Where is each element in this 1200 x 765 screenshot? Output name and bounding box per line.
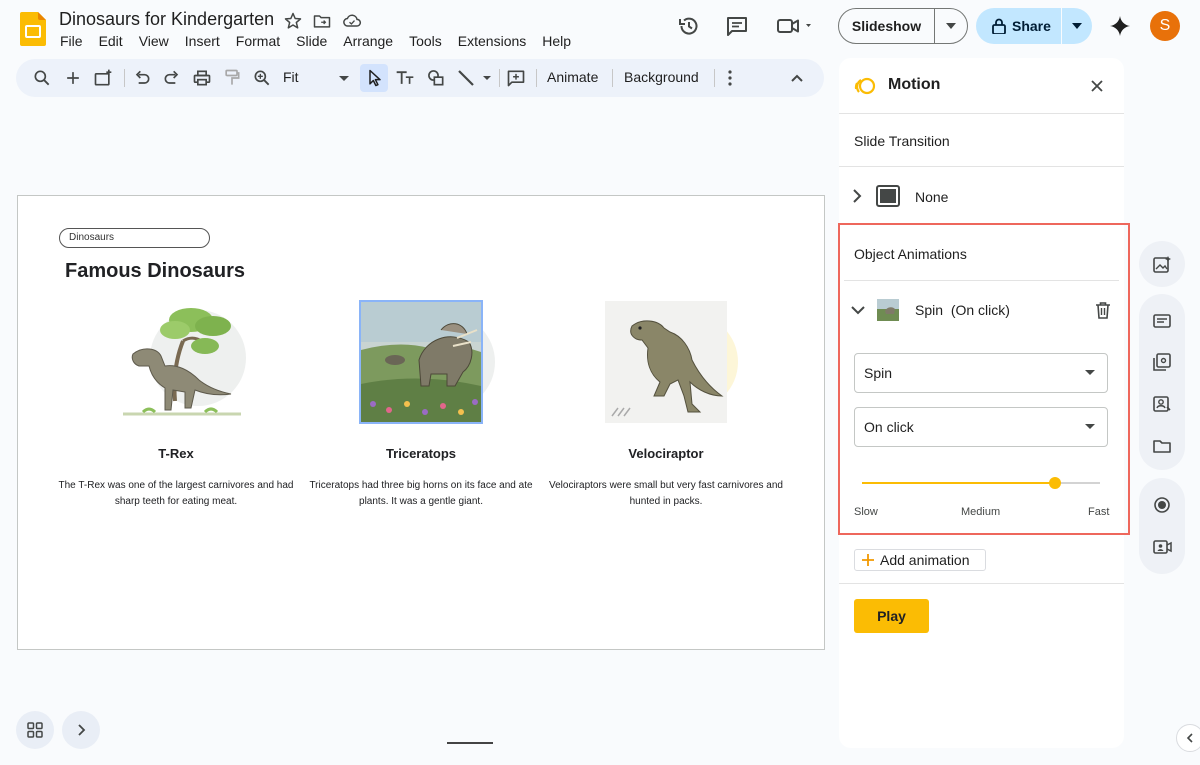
menu-view[interactable]: View (131, 33, 177, 49)
chevron-left-icon (1186, 733, 1193, 743)
background-button[interactable]: Background (624, 69, 699, 85)
keep-notes-icon[interactable] (1152, 311, 1172, 331)
more-options-icon[interactable] (720, 68, 740, 88)
version-history-icon[interactable] (677, 14, 701, 38)
contacts-icon[interactable] (1152, 394, 1172, 414)
transition-value[interactable]: None (915, 189, 948, 205)
panel-divider (839, 166, 1124, 167)
share-button[interactable]: Share (976, 8, 1092, 44)
card-name-triceratops[interactable]: Triceratops (301, 446, 541, 461)
motion-icon (853, 74, 877, 98)
menu-help[interactable]: Help (534, 33, 579, 49)
motion-panel-title: Motion (888, 76, 941, 93)
menu-tools[interactable]: Tools (401, 33, 450, 49)
grid-view-icon (27, 722, 43, 738)
animate-button[interactable]: Animate (547, 69, 598, 85)
menu-slide[interactable]: Slide (288, 33, 335, 49)
expand-transition-chevron-right-icon[interactable] (849, 186, 865, 206)
menu-bar: File Edit View Insert Format Slide Arran… (52, 33, 579, 49)
side-rail-group (1139, 478, 1185, 574)
toolbar-divider (124, 69, 125, 87)
account-avatar[interactable]: S (1150, 11, 1180, 41)
share-options-chevron-down-icon[interactable] (1062, 23, 1092, 29)
toolbar: Fit Animate Background (16, 59, 824, 97)
share-label: Share (1012, 18, 1051, 34)
folder-icon[interactable] (1152, 436, 1172, 456)
panel-divider (839, 113, 1124, 114)
slide-tag-pill[interactable]: Dinosaurs (59, 228, 210, 248)
slideshow-button[interactable]: Slideshow (838, 8, 968, 44)
menu-edit[interactable]: Edit (91, 33, 131, 49)
paint-format-icon[interactable] (222, 68, 242, 88)
show-filmstrip-button[interactable] (62, 711, 100, 749)
plus-icon (862, 554, 874, 566)
meet-video-icon[interactable] (776, 14, 816, 38)
move-folder-icon[interactable] (312, 11, 332, 31)
new-slide-layout-icon[interactable] (93, 68, 113, 88)
zoom-select[interactable]: Fit (283, 69, 299, 85)
menu-file[interactable]: File (52, 33, 91, 49)
undo-icon[interactable] (132, 68, 152, 88)
star-icon[interactable] (283, 11, 303, 31)
slideshow-options-chevron-down-icon[interactable] (935, 23, 967, 29)
insert-comment-icon[interactable] (506, 68, 526, 88)
document-title[interactable]: Dinosaurs for Kindergarten (59, 9, 274, 30)
comments-icon[interactable] (725, 14, 749, 38)
lock-icon (992, 18, 1006, 34)
slide-title[interactable]: Famous Dinosaurs (65, 260, 245, 283)
menu-extensions[interactable]: Extensions (450, 33, 534, 49)
menu-insert[interactable]: Insert (177, 33, 228, 49)
new-slide-plus-icon[interactable] (63, 68, 83, 88)
add-animation-button[interactable]: Add animation (854, 549, 986, 571)
card-desc-triceratops[interactable]: Triceratops had three big horns on its f… (301, 478, 541, 510)
toolbar-divider (714, 69, 715, 87)
grid-view-button[interactable] (16, 711, 54, 749)
image-ai-icon[interactable] (1152, 255, 1172, 275)
velociraptor-image[interactable] (604, 300, 744, 426)
card-name-velociraptor[interactable]: Velociraptor (546, 446, 786, 461)
meet-present-icon[interactable] (1152, 537, 1172, 557)
toolbar-divider (499, 69, 500, 87)
print-icon[interactable] (192, 68, 212, 88)
menu-format[interactable]: Format (228, 33, 288, 49)
card-desc-trex[interactable]: The T-Rex was one of the largest carnivo… (56, 478, 296, 510)
zoom-icon[interactable] (252, 68, 272, 88)
chevron-right-icon (78, 724, 86, 736)
menu-arrange[interactable]: Arrange (335, 33, 401, 49)
cloud-saved-icon[interactable] (341, 11, 361, 31)
slides-library-icon[interactable] (1152, 352, 1172, 372)
cursor-select-icon[interactable] (365, 68, 385, 88)
slideshow-label: Slideshow (839, 9, 935, 43)
redo-icon[interactable] (162, 68, 182, 88)
shape-icon[interactable] (426, 68, 446, 88)
slides-logo[interactable] (20, 12, 46, 46)
gemini-sparkle-icon[interactable] (1108, 14, 1132, 38)
close-icon[interactable] (1089, 78, 1105, 94)
line-tool-icon[interactable] (456, 68, 494, 88)
slides-logo-icon (20, 12, 46, 46)
play-button[interactable]: Play (854, 599, 929, 633)
toolbar-divider (536, 69, 537, 87)
panel-divider (839, 583, 1124, 584)
slide-canvas[interactable]: Dinosaurs Famous Dinosaurs T-Rex Tricera… (17, 195, 825, 650)
card-name-trex[interactable]: T-Rex (56, 446, 296, 461)
toolbar-divider (612, 69, 613, 87)
zoom-chevron-down-icon[interactable] (334, 68, 354, 88)
transition-slide-icon (876, 185, 900, 207)
slide-transition-heading: Slide Transition (854, 133, 950, 149)
collapse-menus-chevron-up-icon[interactable] (787, 68, 807, 88)
speaker-notes-resize-handle[interactable] (447, 742, 493, 744)
text-box-icon[interactable] (394, 68, 414, 88)
hide-side-panel-button[interactable] (1176, 724, 1200, 752)
object-animations-highlight (838, 223, 1130, 535)
add-animation-label: Add animation (880, 552, 970, 568)
card-desc-velociraptor[interactable]: Velociraptors were small but very fast c… (546, 478, 786, 510)
triceratops-image[interactable] (359, 300, 499, 426)
trex-image[interactable] (113, 296, 253, 426)
search-menus-icon[interactable] (32, 68, 52, 88)
record-icon[interactable] (1152, 495, 1172, 515)
